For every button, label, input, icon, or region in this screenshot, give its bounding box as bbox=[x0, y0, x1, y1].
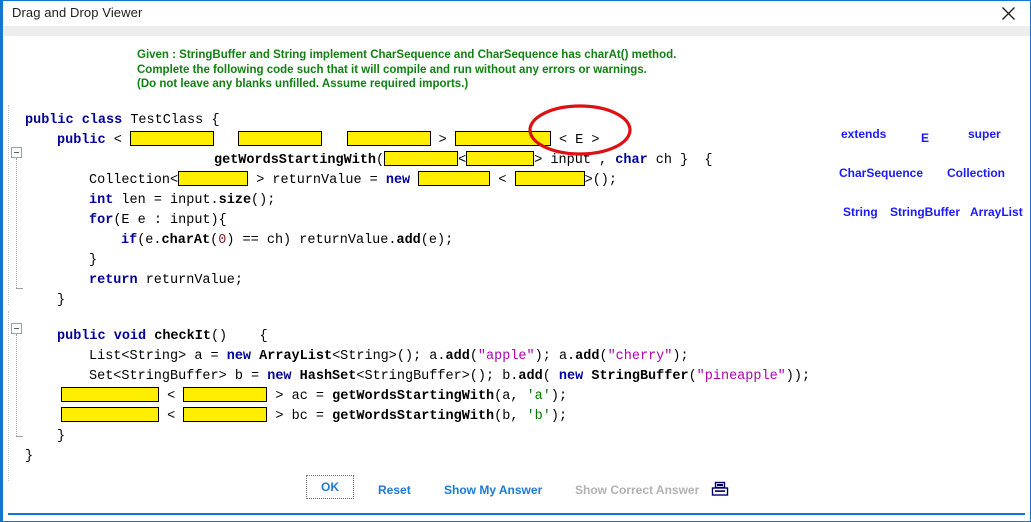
reset-button[interactable]: Reset bbox=[378, 483, 411, 497]
token-stringbuffer[interactable]: StringBuffer bbox=[890, 205, 960, 219]
code-line-8: } bbox=[89, 251, 97, 271]
instruction-line-1: Given : StringBuffer and String implemen… bbox=[137, 48, 676, 63]
token-e[interactable]: E bbox=[921, 131, 929, 145]
close-icon bbox=[1001, 6, 1016, 21]
drop-blank-4[interactable] bbox=[455, 131, 551, 146]
instruction-text: Given : StringBuffer and String implemen… bbox=[137, 48, 676, 92]
ok-button[interactable]: OK bbox=[306, 475, 354, 499]
code-line-11: public void checkIt() { bbox=[57, 327, 268, 347]
token-collection[interactable]: Collection bbox=[947, 166, 1005, 180]
tool-strip bbox=[3, 26, 1030, 36]
code-line-14: < > ac = getWordsStartingWith(a, 'a'); bbox=[61, 387, 567, 407]
code-line-5: int len = input.size(); bbox=[89, 191, 275, 211]
footer-bar: OK Reset Show My Answer Show Correct Ans… bbox=[3, 471, 1030, 521]
code-line-3: getWordsStartingWith(<> input , char ch … bbox=[214, 151, 712, 171]
drop-blank-12[interactable] bbox=[61, 407, 159, 422]
close-button[interactable] bbox=[990, 1, 1026, 26]
code-line-16: } bbox=[57, 427, 65, 447]
window-title: Drag and Drop Viewer bbox=[12, 5, 142, 20]
title-bar: Drag and Drop Viewer bbox=[3, 1, 1030, 27]
drop-blank-10[interactable] bbox=[61, 387, 159, 402]
footer-divider bbox=[8, 513, 1025, 515]
code-line-10: } bbox=[57, 291, 65, 311]
drop-blank-1[interactable] bbox=[130, 131, 214, 146]
code-line-17: } bbox=[25, 447, 33, 467]
token-charsequence[interactable]: CharSequence bbox=[839, 166, 923, 180]
drop-blank-3[interactable] bbox=[347, 131, 431, 146]
drag-and-drop-viewer-window: Drag and Drop Viewer Given : StringBuffe… bbox=[0, 0, 1031, 522]
instruction-line-3: (Do not leave any blanks unfilled. Assum… bbox=[137, 77, 676, 92]
token-string[interactable]: String bbox=[843, 205, 878, 219]
code-line-4: Collection< > returnValue = new < >(); bbox=[89, 171, 617, 191]
show-correct-answer-button: Show Correct Answer bbox=[575, 483, 699, 497]
show-my-answer-button[interactable]: Show My Answer bbox=[444, 483, 542, 497]
code-line-1: public class TestClass { bbox=[25, 111, 219, 131]
code-line-13: Set<StringBuffer> b = new HashSet<String… bbox=[89, 367, 810, 387]
drop-blank-6[interactable] bbox=[466, 151, 534, 166]
print-button[interactable] bbox=[711, 480, 729, 503]
code-line-15: < > bc = getWordsStartingWith(b, 'b'); bbox=[61, 407, 567, 427]
code-line-12: List<String> a = new ArrayList<String>()… bbox=[89, 347, 689, 367]
instruction-line-2: Complete the following code such that it… bbox=[137, 63, 676, 78]
code-line-7: if(e.charAt(0) == ch) returnValue.add(e)… bbox=[121, 231, 453, 251]
drop-blank-5[interactable] bbox=[384, 151, 458, 166]
code-line-9: return returnValue; bbox=[89, 271, 243, 291]
drop-blank-2[interactable] bbox=[238, 131, 322, 146]
printer-icon bbox=[711, 485, 729, 502]
drop-blank-13[interactable] bbox=[183, 407, 267, 422]
code-line-6: for(E e : input){ bbox=[89, 211, 227, 231]
drop-blank-9[interactable] bbox=[515, 171, 585, 186]
drop-blank-11[interactable] bbox=[183, 387, 267, 402]
drop-blank-7[interactable] bbox=[178, 171, 248, 186]
token-extends[interactable]: extends bbox=[841, 127, 886, 141]
token-arraylist[interactable]: ArrayList bbox=[970, 205, 1023, 219]
token-super[interactable]: super bbox=[968, 127, 1001, 141]
drop-blank-8[interactable] bbox=[418, 171, 490, 186]
word-bank: extends E super CharSequence Collection … bbox=[825, 119, 1030, 229]
code-line-2: public < > < E > bbox=[57, 131, 599, 151]
